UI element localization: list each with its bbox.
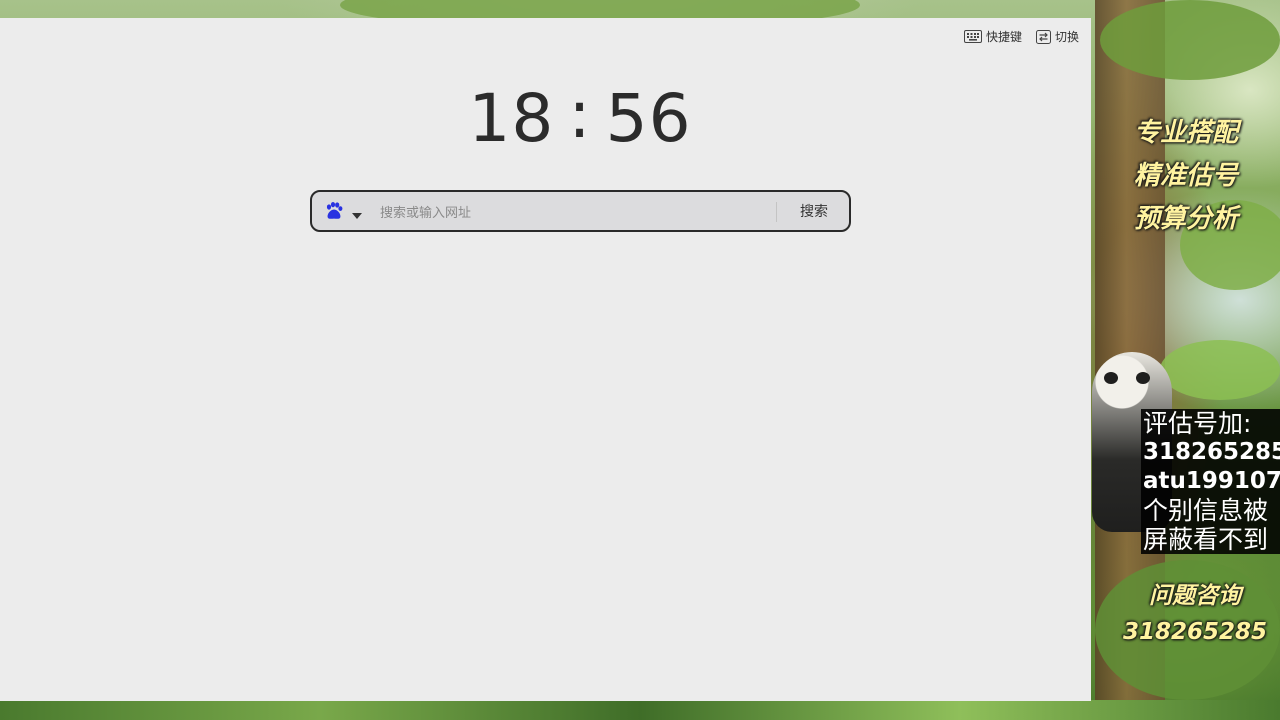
contact-line: 屏蔽看不到 — [1143, 525, 1269, 554]
leaf-decoration — [1160, 340, 1280, 400]
shortcuts-button[interactable]: 快捷键 — [963, 28, 1022, 45]
search-divider — [776, 202, 777, 222]
clock-minutes: 56 — [605, 80, 692, 157]
new-tab-page: 快捷键 切换 18:56 搜索或输入网址 搜索 — [0, 18, 1091, 701]
leaf-decoration — [1100, 0, 1280, 80]
search-engine-selector[interactable] — [324, 201, 362, 225]
promo-line: 预算分析 — [1134, 204, 1239, 234]
clock-display: 18:56 — [0, 76, 1160, 157]
contact-line: atu199107 — [1143, 468, 1280, 494]
clock-separator: : — [568, 76, 592, 153]
contact-line: 318265285 — [1143, 439, 1280, 465]
contact-line: 个别信息被 — [1143, 496, 1269, 525]
promo-line: 精准估号 — [1134, 161, 1239, 191]
contact-line: 评估号加: — [1143, 409, 1252, 438]
search-button[interactable]: 搜索 — [790, 192, 838, 230]
consult-block: 问题咨询 318265285 — [1110, 578, 1280, 650]
search-bar: 搜索 — [310, 190, 851, 232]
shortcuts-label: 快捷键 — [985, 30, 1022, 44]
switch-button[interactable]: 切换 — [1035, 28, 1079, 45]
keyboard-icon — [963, 30, 982, 43]
contact-info-box: 评估号加: 318265285 atu199107 个别信息被 屏蔽看不到 — [1141, 409, 1280, 554]
clock-hours: 18 — [468, 80, 555, 157]
grass-strip — [0, 700, 1280, 720]
baidu-paw-icon — [324, 201, 344, 225]
switch-icon — [1035, 29, 1051, 44]
search-input[interactable] — [378, 192, 772, 232]
consult-title: 问题咨询 — [1149, 583, 1241, 609]
consult-number: 318265285 — [1122, 619, 1268, 645]
top-toolbar: 快捷键 切换 — [963, 28, 1079, 45]
promo-text-block: 专业搭配 精准估号 预算分析 — [1134, 112, 1274, 241]
switch-label: 切换 — [1054, 30, 1079, 44]
promo-line: 专业搭配 — [1134, 118, 1239, 148]
chevron-down-icon — [352, 204, 362, 223]
